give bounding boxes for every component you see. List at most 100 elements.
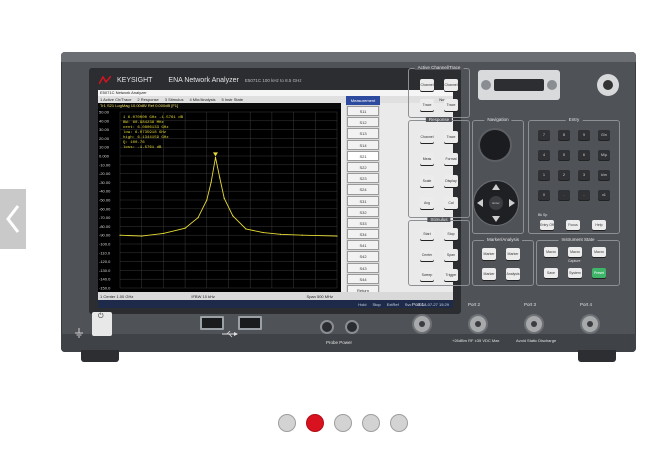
- port-label: Port 1: [412, 302, 425, 307]
- rf-port-1[interactable]: [412, 314, 432, 334]
- format-key[interactable]: Format: [444, 153, 458, 165]
- carousel-dot[interactable]: [362, 414, 380, 432]
- softkey[interactable]: S31: [347, 195, 379, 206]
- entry-key[interactable]: -: [578, 190, 590, 200]
- entry-key[interactable]: 1: [538, 170, 550, 180]
- rf-port-3[interactable]: [524, 314, 544, 334]
- softkey[interactable]: S41: [347, 240, 379, 251]
- save-recall-key[interactable]: Save Recall: [544, 268, 558, 278]
- marker-readout-line: Q: 100.76: [123, 141, 145, 145]
- softkey[interactable]: S32: [347, 206, 379, 217]
- entry-key[interactable]: x1: [598, 190, 610, 200]
- softkey[interactable]: S23: [347, 173, 379, 184]
- probe-power-port[interactable]: [320, 320, 334, 334]
- softkey[interactable]: S42: [347, 251, 379, 262]
- softkey[interactable]: S11: [347, 106, 379, 117]
- entry-key[interactable]: 5: [558, 150, 570, 160]
- usb-port[interactable]: [238, 316, 262, 330]
- stimulus-section: Stimulus: [408, 217, 470, 286]
- trace-max-key[interactable]: Trace Max: [444, 131, 458, 143]
- analysis-key[interactable]: Analysis: [506, 268, 520, 280]
- entry-key[interactable]: 4: [538, 150, 550, 160]
- capture-label: Capture: [568, 259, 581, 263]
- start-key[interactable]: Start: [420, 228, 434, 240]
- softkey[interactable]: S13: [347, 128, 379, 139]
- focus-key[interactable]: Focus: [566, 220, 580, 230]
- preset-key[interactable]: Preset: [592, 268, 606, 278]
- avg-key[interactable]: Avg: [420, 197, 434, 209]
- marker-readout-line: BW: 60.984238 MHz: [123, 121, 164, 125]
- span-key[interactable]: Span: [444, 249, 458, 261]
- entry-key[interactable]: 3: [578, 170, 590, 180]
- carousel-dot[interactable]: [306, 414, 324, 432]
- softkey[interactable]: S34: [347, 229, 379, 240]
- carousel-prev-button[interactable]: [0, 189, 26, 249]
- menu-item[interactable]: 4 Mkr/Analysis: [189, 97, 215, 102]
- instrument-foot: [81, 350, 119, 362]
- sweep-setup-key[interactable]: Sweep Setup: [420, 269, 434, 281]
- entry-key[interactable]: 6: [578, 150, 590, 160]
- entry-key[interactable]: 0: [538, 190, 550, 200]
- entry-key[interactable]: .: [558, 190, 570, 200]
- model-title: ENA Network Analyzer: [168, 76, 239, 84]
- center-key[interactable]: Center: [420, 249, 434, 261]
- menu-item[interactable]: 5 Instr State: [221, 97, 243, 102]
- softkey[interactable]: S21: [347, 150, 379, 161]
- trace-point: [336, 235, 338, 237]
- trace-point: [279, 233, 282, 235]
- usb-port[interactable]: [200, 316, 224, 330]
- softkey[interactable]: S33: [347, 217, 379, 229]
- rf-port-2[interactable]: [468, 314, 488, 334]
- menu-item[interactable]: 2 Response: [137, 97, 158, 102]
- probe-power-port[interactable]: [345, 320, 359, 334]
- macro-run-key[interactable]: Macro Run: [568, 247, 582, 257]
- product-carousel-stage: KEYSIGHT ENA Network Analyzer E5071C 100…: [0, 0, 669, 475]
- enter-key[interactable]: Enter: [489, 196, 503, 210]
- marker-readout-line: loss: -1.5761 dB: [123, 145, 162, 150]
- softkey[interactable]: S44: [347, 273, 379, 284]
- marker-search-key[interactable]: Marker Search: [506, 248, 520, 260]
- macro-break-key[interactable]: Macro Break: [592, 247, 606, 257]
- marker-key[interactable]: Marker: [482, 248, 496, 260]
- entry-key[interactable]: 9: [578, 130, 590, 140]
- entry-key[interactable]: k/m: [598, 170, 610, 180]
- navigation-pad[interactable]: Enter: [473, 180, 519, 226]
- channel-max-key[interactable]: Channel Max: [420, 131, 434, 143]
- trigger-key[interactable]: Trigger: [444, 269, 458, 281]
- trace-next-key[interactable]: Trace Next: [444, 99, 458, 111]
- y-tick-label: -90.00: [99, 233, 111, 238]
- entry-key[interactable]: 8: [558, 130, 570, 140]
- stop-key[interactable]: Stop: [444, 228, 458, 240]
- menu-item[interactable]: 3 Stimulus: [165, 97, 184, 102]
- entry-key[interactable]: 2: [558, 170, 570, 180]
- trace-point: [219, 177, 221, 179]
- menu-item[interactable]: 1 Active Ch/Trace: [100, 97, 131, 102]
- marker-fctn-key[interactable]: Marker Fctn: [482, 268, 496, 280]
- entry-off-key[interactable]: Entry Off: [540, 220, 554, 230]
- channel-prev-key[interactable]: Channel Prev: [420, 79, 434, 91]
- softkey[interactable]: S14: [347, 139, 379, 150]
- softkey[interactable]: S24: [347, 184, 379, 195]
- carousel-dot[interactable]: [334, 414, 352, 432]
- display-key[interactable]: Display: [444, 175, 458, 187]
- rotary-knob[interactable]: [478, 128, 512, 162]
- port-label: Port 4: [580, 302, 593, 307]
- softkey[interactable]: S43: [347, 262, 379, 273]
- carousel-dot[interactable]: [278, 414, 296, 432]
- channel-next-key[interactable]: Channel Next: [444, 79, 458, 91]
- model-subtitle: E5071C 100 kHz to 8.5 GHz: [244, 77, 302, 83]
- entry-key[interactable]: M/μ: [598, 150, 610, 160]
- softkey[interactable]: S12: [347, 117, 379, 128]
- entry-key[interactable]: 7: [538, 130, 550, 140]
- system-key[interactable]: System: [568, 268, 582, 278]
- softkey[interactable]: S22: [347, 161, 379, 173]
- cal-key[interactable]: Cal: [444, 197, 458, 209]
- scale-key[interactable]: Scale: [420, 175, 434, 187]
- help-key[interactable]: Help: [592, 220, 606, 230]
- trace-prev-key[interactable]: Trace Prev: [420, 99, 434, 111]
- rf-port-4[interactable]: [580, 314, 600, 334]
- macro-setup-key[interactable]: Macro Setup: [544, 247, 558, 257]
- meas-key[interactable]: Meas: [420, 153, 434, 165]
- carousel-dot[interactable]: [390, 414, 408, 432]
- entry-key[interactable]: G/n: [598, 130, 610, 140]
